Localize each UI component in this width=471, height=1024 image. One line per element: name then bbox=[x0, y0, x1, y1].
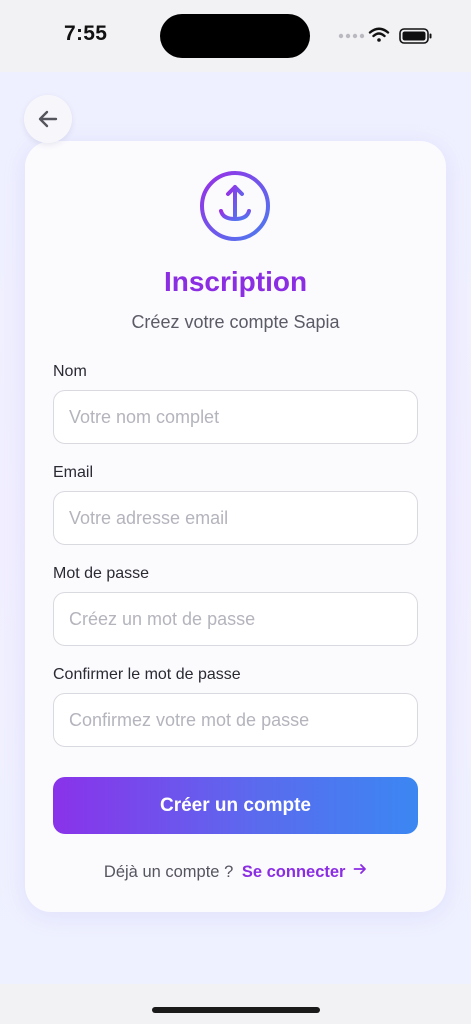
login-link[interactable]: Se connecter bbox=[242, 863, 367, 881]
wifi-icon bbox=[368, 27, 390, 42]
create-account-button[interactable]: Créer un compte bbox=[53, 777, 418, 834]
login-link-label: Se connecter bbox=[241, 863, 346, 881]
confirm-password-input[interactable] bbox=[53, 693, 418, 747]
dynamic-island bbox=[160, 14, 310, 58]
arrow-right-icon bbox=[353, 864, 366, 874]
page-title: Inscription bbox=[163, 266, 308, 297]
login-prompt-text: Déjà un compte ? bbox=[103, 863, 234, 881]
home-bar-area bbox=[0, 984, 471, 1024]
status-time: 7:55 bbox=[64, 22, 108, 45]
signal-icon bbox=[338, 33, 365, 39]
page-subtitle: Créez votre compte Sapia bbox=[131, 312, 340, 332]
password-label: Mot de passe bbox=[53, 565, 150, 582]
password-input[interactable] bbox=[53, 592, 418, 646]
status-icons bbox=[338, 27, 432, 44]
battery-icon bbox=[399, 28, 432, 44]
login-prompt-row: Déjà un compte ? Se connecter bbox=[25, 862, 446, 882]
status-bar: 7:55 bbox=[0, 0, 471, 72]
arrow-left-icon bbox=[38, 110, 58, 128]
confirm-password-label: Confirmer le mot de passe bbox=[53, 666, 241, 683]
back-button[interactable] bbox=[24, 95, 72, 143]
email-input[interactable] bbox=[53, 491, 418, 545]
name-input[interactable] bbox=[53, 390, 418, 444]
name-label: Nom bbox=[53, 363, 87, 380]
home-indicator[interactable] bbox=[152, 1007, 320, 1013]
anchor-arrow-circle-icon bbox=[200, 171, 270, 241]
email-label: Email bbox=[53, 464, 94, 481]
